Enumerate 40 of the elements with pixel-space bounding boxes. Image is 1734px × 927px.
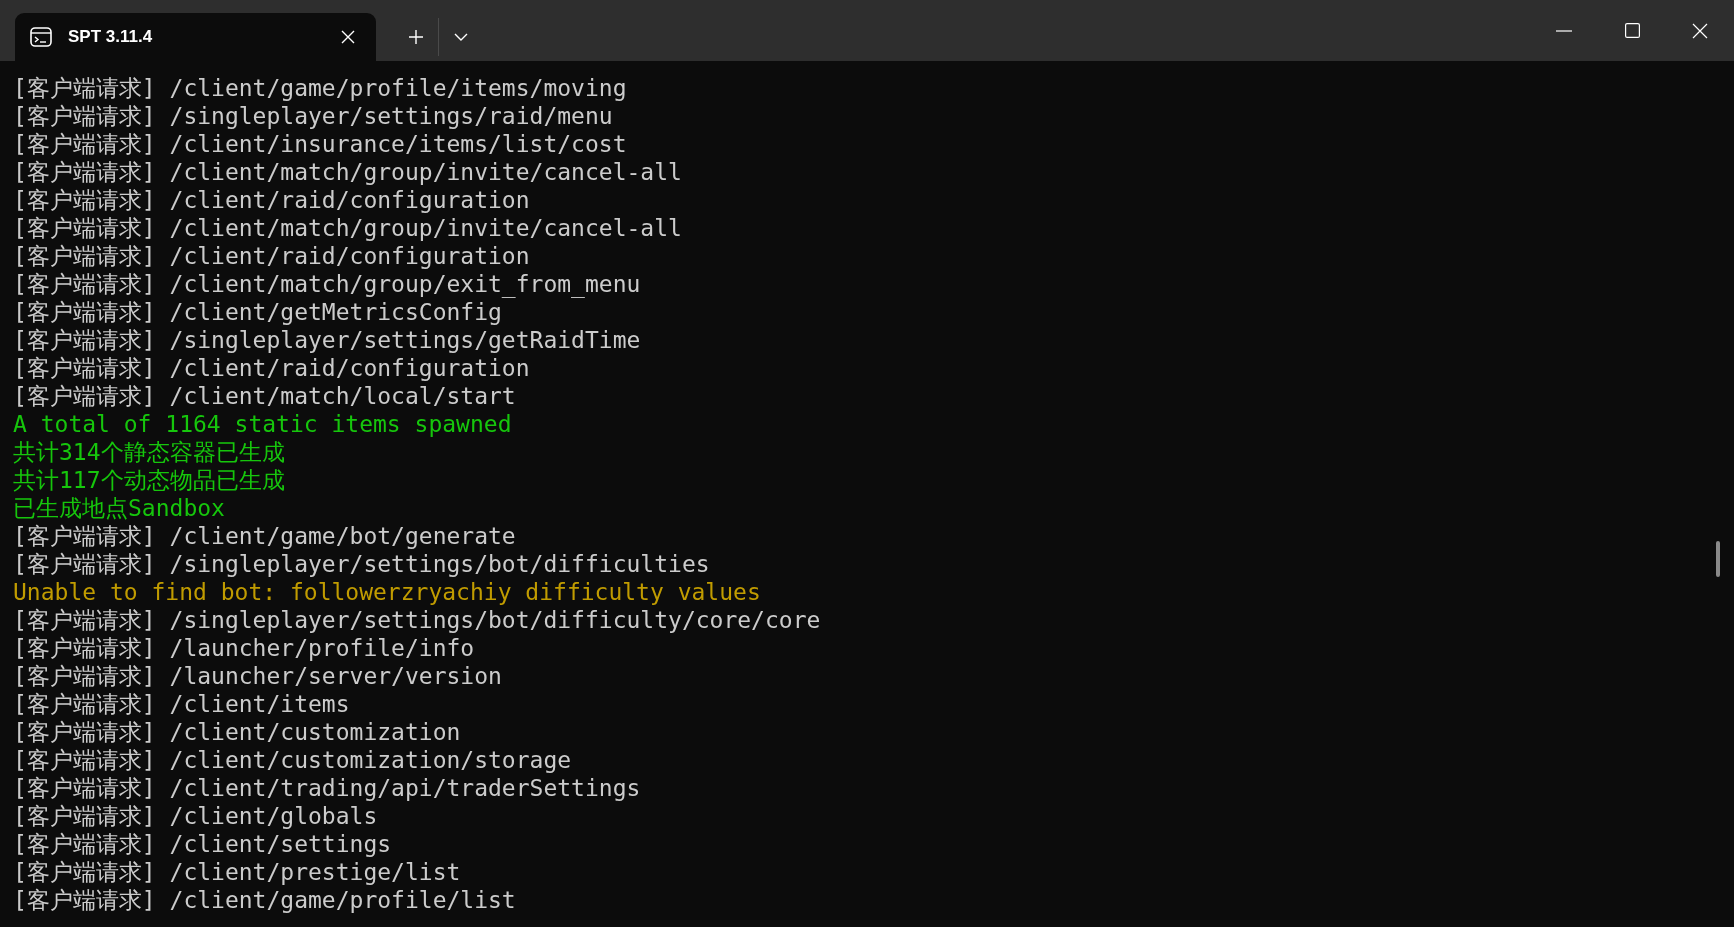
log-line: 共计314个静态容器已生成	[13, 438, 285, 466]
log-line: [客户端请求] /singleplayer/settings/raid/menu	[13, 102, 613, 130]
log-line: [客户端请求] /client/insurance/items/list/cost	[13, 130, 627, 158]
maximize-icon	[1624, 23, 1640, 38]
log-line: [客户端请求] /launcher/server/version	[13, 662, 502, 690]
log-line: [客户端请求] /client/customization/storage	[13, 746, 572, 774]
log-line: [客户端请求] /client/items	[13, 690, 350, 718]
terminal-icon	[30, 27, 52, 47]
log-line: [客户端请求] /client/customization	[13, 718, 461, 746]
log-line: [客户端请求] /singleplayer/settings/bot/difficulty/core/core	[13, 606, 821, 634]
log-line: [客户端请求] /client/game/profile/list	[13, 886, 516, 914]
minimize-icon	[1556, 29, 1572, 32]
log-line: 已生成地点Sandbox	[13, 494, 225, 522]
log-line: [客户端请求] /client/match/group/invite/cancel-all	[13, 158, 682, 186]
log-line: [客户端请求] /client/trading/api/traderSettings	[13, 774, 641, 802]
close-icon	[341, 30, 355, 44]
log-line: [客户端请求] /singleplayer/settings/bot/difficulties	[13, 550, 710, 578]
scrollbar-thumb[interactable]	[1716, 541, 1720, 577]
log-line: [客户端请求] /client/match/local/start	[13, 382, 516, 410]
log-line: [客户端请求] /client/prestige/list	[13, 858, 461, 886]
log-line: [客户端请求] /singleplayer/settings/getRaidTime	[13, 326, 641, 354]
log-line: [客户端请求] /client/raid/configuration	[13, 242, 530, 270]
log-line: [客户端请求] /client/getMetricsConfig	[13, 298, 502, 326]
log-line: [客户端请求] /launcher/profile/info	[13, 634, 475, 662]
log-line: Unable to find bot: followerzryachiy difficulty values	[13, 578, 761, 606]
log-line: [客户端请求] /client/settings	[13, 830, 392, 858]
plus-icon	[408, 29, 424, 45]
log-line: [客户端请求] /client/globals	[13, 802, 378, 830]
log-line: [客户端请求] /client/game/profile/items/moving	[13, 74, 627, 102]
tab-title: SPT 3.11.4	[68, 26, 153, 49]
terminal-tab[interactable]: SPT 3.11.4	[15, 13, 376, 61]
log-line: A total of 1164 static items spawned	[13, 410, 512, 438]
log-line: 共计117个动态物品已生成	[13, 466, 285, 494]
log-line: [客户端请求] /client/match/group/exit_from_menu	[13, 270, 641, 298]
chevron-down-icon	[454, 33, 468, 41]
log-line: [客户端请求] /client/raid/configuration	[13, 354, 530, 382]
log-line: [客户端请求] /client/game/bot/generate	[13, 522, 516, 550]
close-icon	[1692, 22, 1708, 39]
log-line: [客户端请求] /client/match/group/invite/cancel-all	[13, 214, 682, 242]
log-line: [客户端请求] /client/raid/configuration	[13, 186, 530, 214]
